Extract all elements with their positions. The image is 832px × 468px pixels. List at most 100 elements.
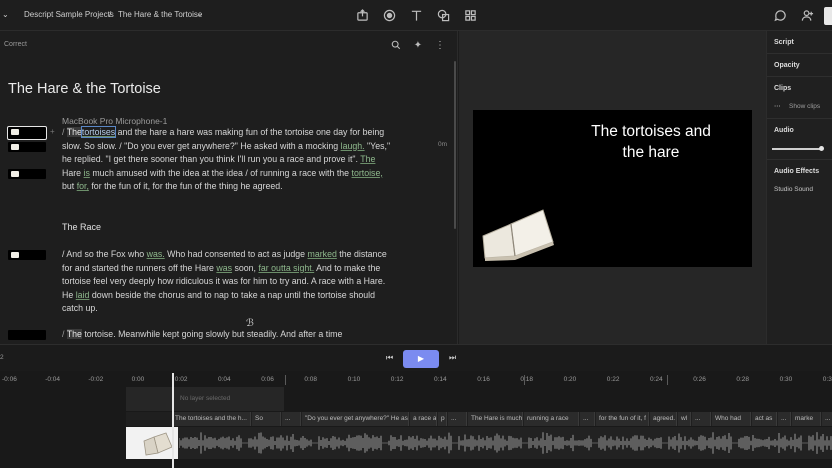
opacity-section[interactable]: Opacity [774, 62, 800, 69]
collapsed-panel-handle[interactable] [824, 7, 832, 25]
shapes-tool-icon[interactable] [434, 7, 452, 25]
grid-layout-icon[interactable] [461, 7, 479, 25]
time-tick-label: -0:04 [45, 376, 61, 383]
script-segment[interactable]: act as [752, 412, 777, 426]
skip-back-icon[interactable]: ⏮ [386, 353, 393, 363]
script-segment[interactable]: ... [448, 412, 467, 426]
more-icon[interactable]: ⋯ [774, 102, 781, 110]
video-canvas[interactable]: The tortoises and the hare [473, 110, 752, 267]
script-segment[interactable]: ... [282, 412, 301, 426]
publish-icon[interactable] [353, 7, 371, 25]
script-segment[interactable]: running a race [524, 412, 579, 426]
divider [767, 118, 832, 119]
audio-effects-section[interactable]: Audio Effects [774, 168, 819, 175]
scene-thumbnail[interactable] [7, 126, 47, 140]
clips-section[interactable]: Clips [774, 85, 791, 92]
book-clip-icon [126, 427, 178, 459]
waveform-path [179, 432, 832, 454]
script-segment-track[interactable]: The tortoises and the h... So... "Do you e… [126, 412, 832, 426]
text-tool-icon[interactable] [407, 7, 425, 25]
studio-sound-effect[interactable]: Studio Sound [774, 186, 813, 193]
timeline[interactable]: 2 -0:06 -0:04 -0:02 0:00 0:02 0:04 0:06 0:08 0:1… [0, 354, 832, 468]
time-tick-label: 0:06 [261, 376, 274, 383]
script-segment[interactable]: a race a [410, 412, 437, 426]
script-segment[interactable]: ... [778, 412, 791, 426]
audio-track[interactable] [126, 427, 832, 459]
time-tick-label: 0:14 [434, 376, 447, 383]
menu-chevron-icon[interactable]: ⌄ [2, 10, 9, 19]
script-segment[interactable]: p [438, 412, 447, 426]
add-user-icon[interactable] [798, 7, 816, 25]
audio-waveform[interactable] [179, 427, 832, 459]
script-segment[interactable]: wl [678, 412, 691, 426]
script-section[interactable]: Script [774, 39, 794, 46]
play-icon: ▶ [417, 354, 425, 363]
time-tick-label: 0:12 [390, 376, 404, 383]
time-tick-label: -0:06 [2, 376, 17, 383]
editor-scrollbar[interactable] [454, 61, 456, 229]
book-thumbnail-icon [11, 129, 19, 135]
volume-slider-handle[interactable] [819, 146, 824, 151]
empty-layer-track[interactable]: No layer selected [126, 387, 284, 411]
ai-sparkle-icon[interactable]: ✦ [412, 40, 424, 52]
no-layer-label: No layer selected [180, 395, 231, 402]
audio-section[interactable]: Audio [774, 127, 794, 134]
marker-line[interactable] [524, 375, 525, 385]
script-paragraph[interactable]: / And so the Fox who was. Who had consen… [62, 248, 392, 316]
script-segment[interactable]: ... [580, 412, 595, 426]
time-tick-label: 0:18 [520, 376, 534, 383]
script-segment[interactable]: ... [822, 412, 832, 426]
breadcrumb-document[interactable]: The Hare & the Tortoise [118, 10, 202, 19]
scene-thumbnail[interactable] [8, 169, 46, 179]
book-thumbnail-icon [11, 252, 19, 258]
divider [767, 159, 832, 160]
time-tick-label: 0:22 [606, 376, 620, 383]
editor-mode-label[interactable]: Correct [4, 41, 27, 48]
show-clips-button[interactable]: Show clips [789, 103, 820, 110]
marker-line[interactable] [285, 375, 286, 385]
document-title[interactable]: The Hare & the Tortoise [8, 81, 161, 97]
play-button[interactable]: ▶ [403, 350, 439, 368]
doc-dropdown-chevron-icon[interactable]: ⌄ [197, 10, 203, 18]
comments-icon[interactable] [771, 7, 789, 25]
playhead[interactable] [172, 373, 174, 468]
time-tick-label: 0:32 [822, 376, 832, 383]
time-tick-label: 0:20 [563, 376, 577, 383]
script-segment[interactable]: The Hare is much [468, 412, 523, 426]
skip-forward-icon[interactable]: ⏭ [449, 353, 456, 363]
open-book-image[interactable] [477, 198, 557, 262]
divider [767, 76, 832, 77]
time-tick-label: 0:24 [650, 376, 663, 383]
time-tick-label: -0:02 [88, 376, 104, 383]
volume-slider-track[interactable] [772, 148, 822, 150]
script-editor: Correct ✦ ⋮ The Hare & the Tortoise MacB… [0, 31, 458, 344]
script-segment[interactable]: Who had [712, 412, 751, 426]
script-paragraph[interactable]: / Thetortoises and the hare a hare was m… [62, 126, 392, 194]
section-heading[interactable]: The Race [62, 222, 101, 232]
script-segment[interactable]: for the fun of it, f [596, 412, 649, 426]
script-segment[interactable]: marke [792, 412, 821, 426]
search-icon[interactable] [390, 40, 402, 52]
script-paragraph[interactable]: / The tortoise. Meanwhile kept going slo… [62, 328, 392, 342]
script-segment[interactable]: "Do you ever get anywhere?" He asked w..… [302, 412, 409, 426]
scene-thumbnail[interactable] [8, 330, 46, 340]
script-segment[interactable]: So [252, 412, 281, 426]
scene-thumbnail[interactable] [8, 142, 46, 152]
breadcrumb-project[interactable]: Descript Sample Projects [24, 10, 114, 19]
script-segment[interactable]: agreed. A [650, 412, 677, 426]
time-tick-label: 0:10 [347, 376, 361, 383]
script-segment[interactable]: ... [692, 412, 711, 426]
speaker-label[interactable]: MacBook Pro Microphone-1 [62, 116, 167, 126]
timeline-edge-label: 2 [0, 354, 4, 361]
add-scene-plus-icon[interactable]: + [50, 127, 55, 136]
video-clip-thumbnail[interactable] [126, 427, 178, 459]
scene-thumbnail[interactable] [8, 250, 46, 260]
text-cursor-icon: ℬ [246, 318, 254, 329]
script-segment[interactable]: The tortoises and the h... [172, 412, 251, 426]
more-options-icon[interactable]: ⋮ [434, 40, 446, 52]
divider [767, 53, 832, 54]
marker-line[interactable] [667, 375, 668, 385]
caption-text[interactable]: The tortoises and the hare [591, 121, 711, 163]
record-icon[interactable] [380, 7, 398, 25]
preview-panel: The tortoises and the hare [459, 31, 766, 344]
